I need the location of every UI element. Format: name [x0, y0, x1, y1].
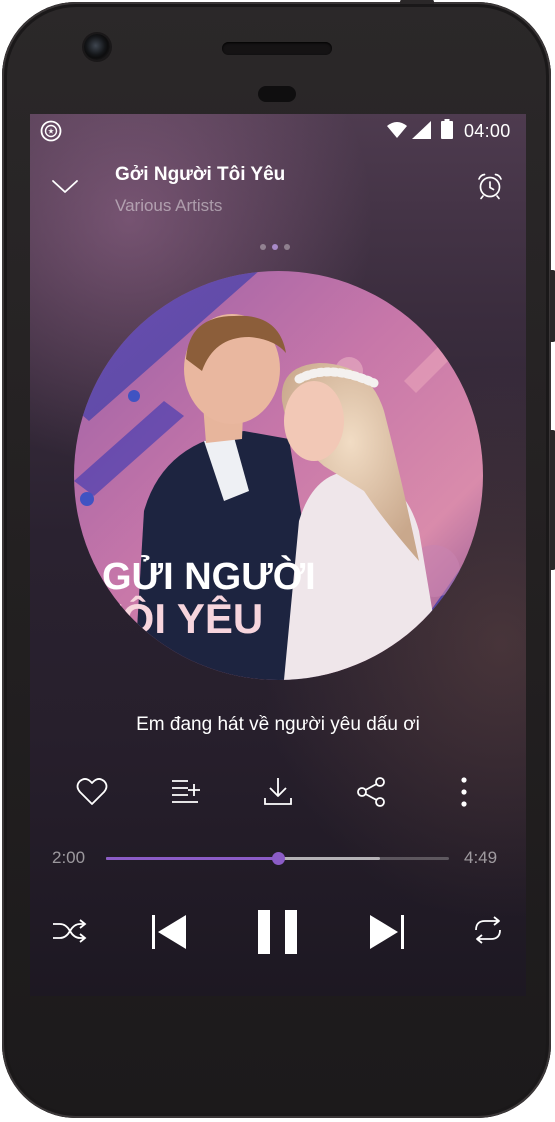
current-lyric: Em đang hát về người yêu dấu ơi [136, 714, 420, 735]
song-artist[interactable]: Various Artists [115, 196, 222, 216]
cell-signal-icon [412, 121, 431, 139]
shuffle-icon[interactable] [50, 916, 88, 946]
skip-next-icon[interactable] [366, 912, 408, 952]
status-time: 04:00 [464, 121, 511, 141]
chevron-down-icon[interactable] [50, 174, 80, 198]
phone-frame: 04:00 Gởi Người Tôi Yêu Various Artists [2, 0, 555, 1118]
player-screen: 04:00 Gởi Người Tôi Yêu Various Artists [30, 114, 526, 996]
page-dot-active[interactable] [272, 244, 278, 250]
top-button [400, 0, 434, 4]
transport-controls [30, 904, 526, 964]
action-row [30, 774, 526, 814]
playlist-add-icon[interactable] [166, 774, 206, 810]
heart-icon[interactable] [72, 774, 112, 810]
song-title: Gởi Người Tôi Yêu [115, 164, 286, 185]
player-header: Gởi Người Tôi Yêu Various Artists [30, 150, 526, 230]
earpiece-speaker [222, 42, 332, 55]
repeat-icon[interactable] [470, 914, 506, 946]
seek-thumb[interactable] [271, 852, 285, 865]
skip-previous-icon[interactable] [148, 912, 190, 952]
share-icon[interactable] [352, 774, 392, 810]
page-indicator [260, 237, 296, 250]
artwork-title-line-1: GỬI NGƯỜI [102, 554, 316, 598]
music-disc-icon [40, 120, 62, 142]
front-camera [84, 34, 110, 60]
battery-icon [441, 119, 453, 139]
seek-bar[interactable] [106, 852, 449, 865]
playback-progress: 2:00 4:49 [30, 844, 526, 874]
elapsed-time: 2:00 [52, 848, 86, 867]
status-bar: 04:00 [30, 114, 526, 146]
total-time: 4:49 [464, 848, 498, 867]
page-dot[interactable] [284, 244, 290, 250]
album-artwork: GỬI NGƯỜI TÔI YÊU [74, 271, 483, 680]
alarm-clock-icon[interactable] [476, 172, 504, 200]
artwork-title-line-2: TÔI YÊU [96, 594, 263, 642]
download-icon[interactable] [258, 774, 298, 810]
wifi-icon [387, 122, 407, 138]
volume-rocker [550, 430, 555, 570]
proximity-sensor [258, 86, 296, 102]
album-cover-image: GỬI NGƯỜI TÔI YÊU [74, 271, 483, 680]
power-button [550, 270, 555, 342]
pause-icon[interactable] [256, 908, 300, 956]
played-fill [106, 857, 278, 860]
more-vertical-icon[interactable] [444, 774, 484, 810]
page-dot[interactable] [260, 244, 266, 250]
